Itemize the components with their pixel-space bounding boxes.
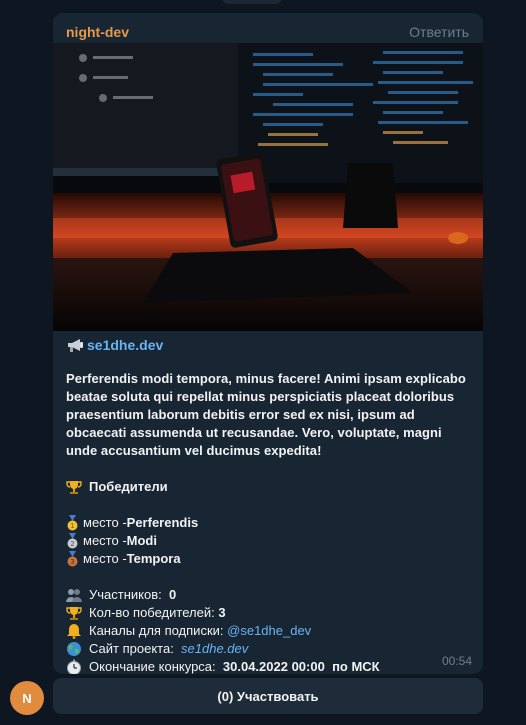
- participate-button-label: (0) Участвовать: [217, 688, 319, 704]
- svg-text:2: 2: [70, 540, 74, 548]
- link-line: se1dhe.dev: [66, 335, 471, 355]
- megaphone-icon: [68, 339, 83, 352]
- trophy-icon: [66, 607, 82, 620]
- winner-name: Modi: [126, 533, 157, 548]
- people-icon: [66, 589, 82, 602]
- channels-label: Каналы для подписки:: [89, 623, 224, 638]
- trophy-icon: [66, 481, 82, 494]
- winners-count-row: Кол-во победителей: 3: [66, 604, 471, 622]
- svg-text:1: 1: [70, 522, 74, 530]
- bronze-medal-icon: 3: [67, 551, 78, 567]
- message-time: 00:54: [441, 654, 472, 668]
- reply-button[interactable]: Ответить: [409, 24, 469, 40]
- end-suffix: по МСК: [332, 659, 380, 674]
- message-bubble: night-dev Ответить se1dhe.dev Perferendi…: [53, 13, 483, 674]
- winners-heading: Победители: [66, 478, 471, 496]
- winner-row-2: 2 место - Modi: [66, 532, 471, 550]
- stopwatch-icon: [67, 659, 81, 674]
- end-value: 30.04.2022 00:00: [222, 659, 325, 674]
- winners-title: Победители: [89, 479, 168, 494]
- winner-prefix: место -: [83, 551, 127, 566]
- scroll-handle: [222, 0, 282, 4]
- bell-icon: [67, 624, 81, 639]
- svg-text:3: 3: [70, 558, 74, 566]
- participants-value: 0: [168, 587, 177, 602]
- site-label: Сайт проекта:: [89, 641, 174, 656]
- end-label: Окончание конкурса:: [89, 659, 216, 674]
- message-body: se1dhe.dev Perferendis modi tempora, min…: [66, 335, 471, 674]
- globe-icon: [67, 642, 81, 656]
- author-name[interactable]: night-dev: [66, 24, 129, 40]
- post-description: Perferendis modi tempora, minus facere! …: [66, 371, 466, 458]
- silver-medal-icon: 2: [67, 533, 78, 549]
- gold-medal-icon: 1: [67, 515, 78, 531]
- winner-row-3: 3 место - Tempora: [66, 550, 471, 568]
- participate-button[interactable]: (0) Участвовать: [53, 678, 483, 714]
- end-row: Окончание конкурса: 30.04.2022 00:00 по …: [66, 658, 471, 674]
- winner-prefix: место -: [83, 533, 127, 548]
- winners-count-value: 3: [218, 605, 226, 620]
- winners-count-label: Кол-во победителей:: [89, 605, 215, 620]
- site-link[interactable]: se1dhe.dev: [87, 336, 163, 354]
- avatar-letter: N: [22, 690, 32, 706]
- participants-row: Участников: 0: [66, 586, 471, 604]
- winner-name: Perferendis: [126, 515, 199, 530]
- winner-prefix: место -: [83, 515, 127, 530]
- channel-link[interactable]: @se1dhe_dev: [227, 622, 311, 640]
- message-header: night-dev Ответить: [66, 22, 469, 42]
- channels-row: Каналы для подписки: @se1dhe_dev: [66, 622, 471, 640]
- site-value-link[interactable]: se1dhe.dev: [181, 640, 248, 658]
- avatar[interactable]: N: [10, 681, 44, 715]
- site-row: Сайт проекта: se1dhe.dev: [66, 640, 471, 658]
- winner-name: Tempora: [126, 551, 181, 566]
- message-photo[interactable]: [53, 43, 483, 331]
- participants-label: Участников:: [89, 587, 162, 602]
- winner-row-1: 1 место - Perferendis: [66, 514, 471, 532]
